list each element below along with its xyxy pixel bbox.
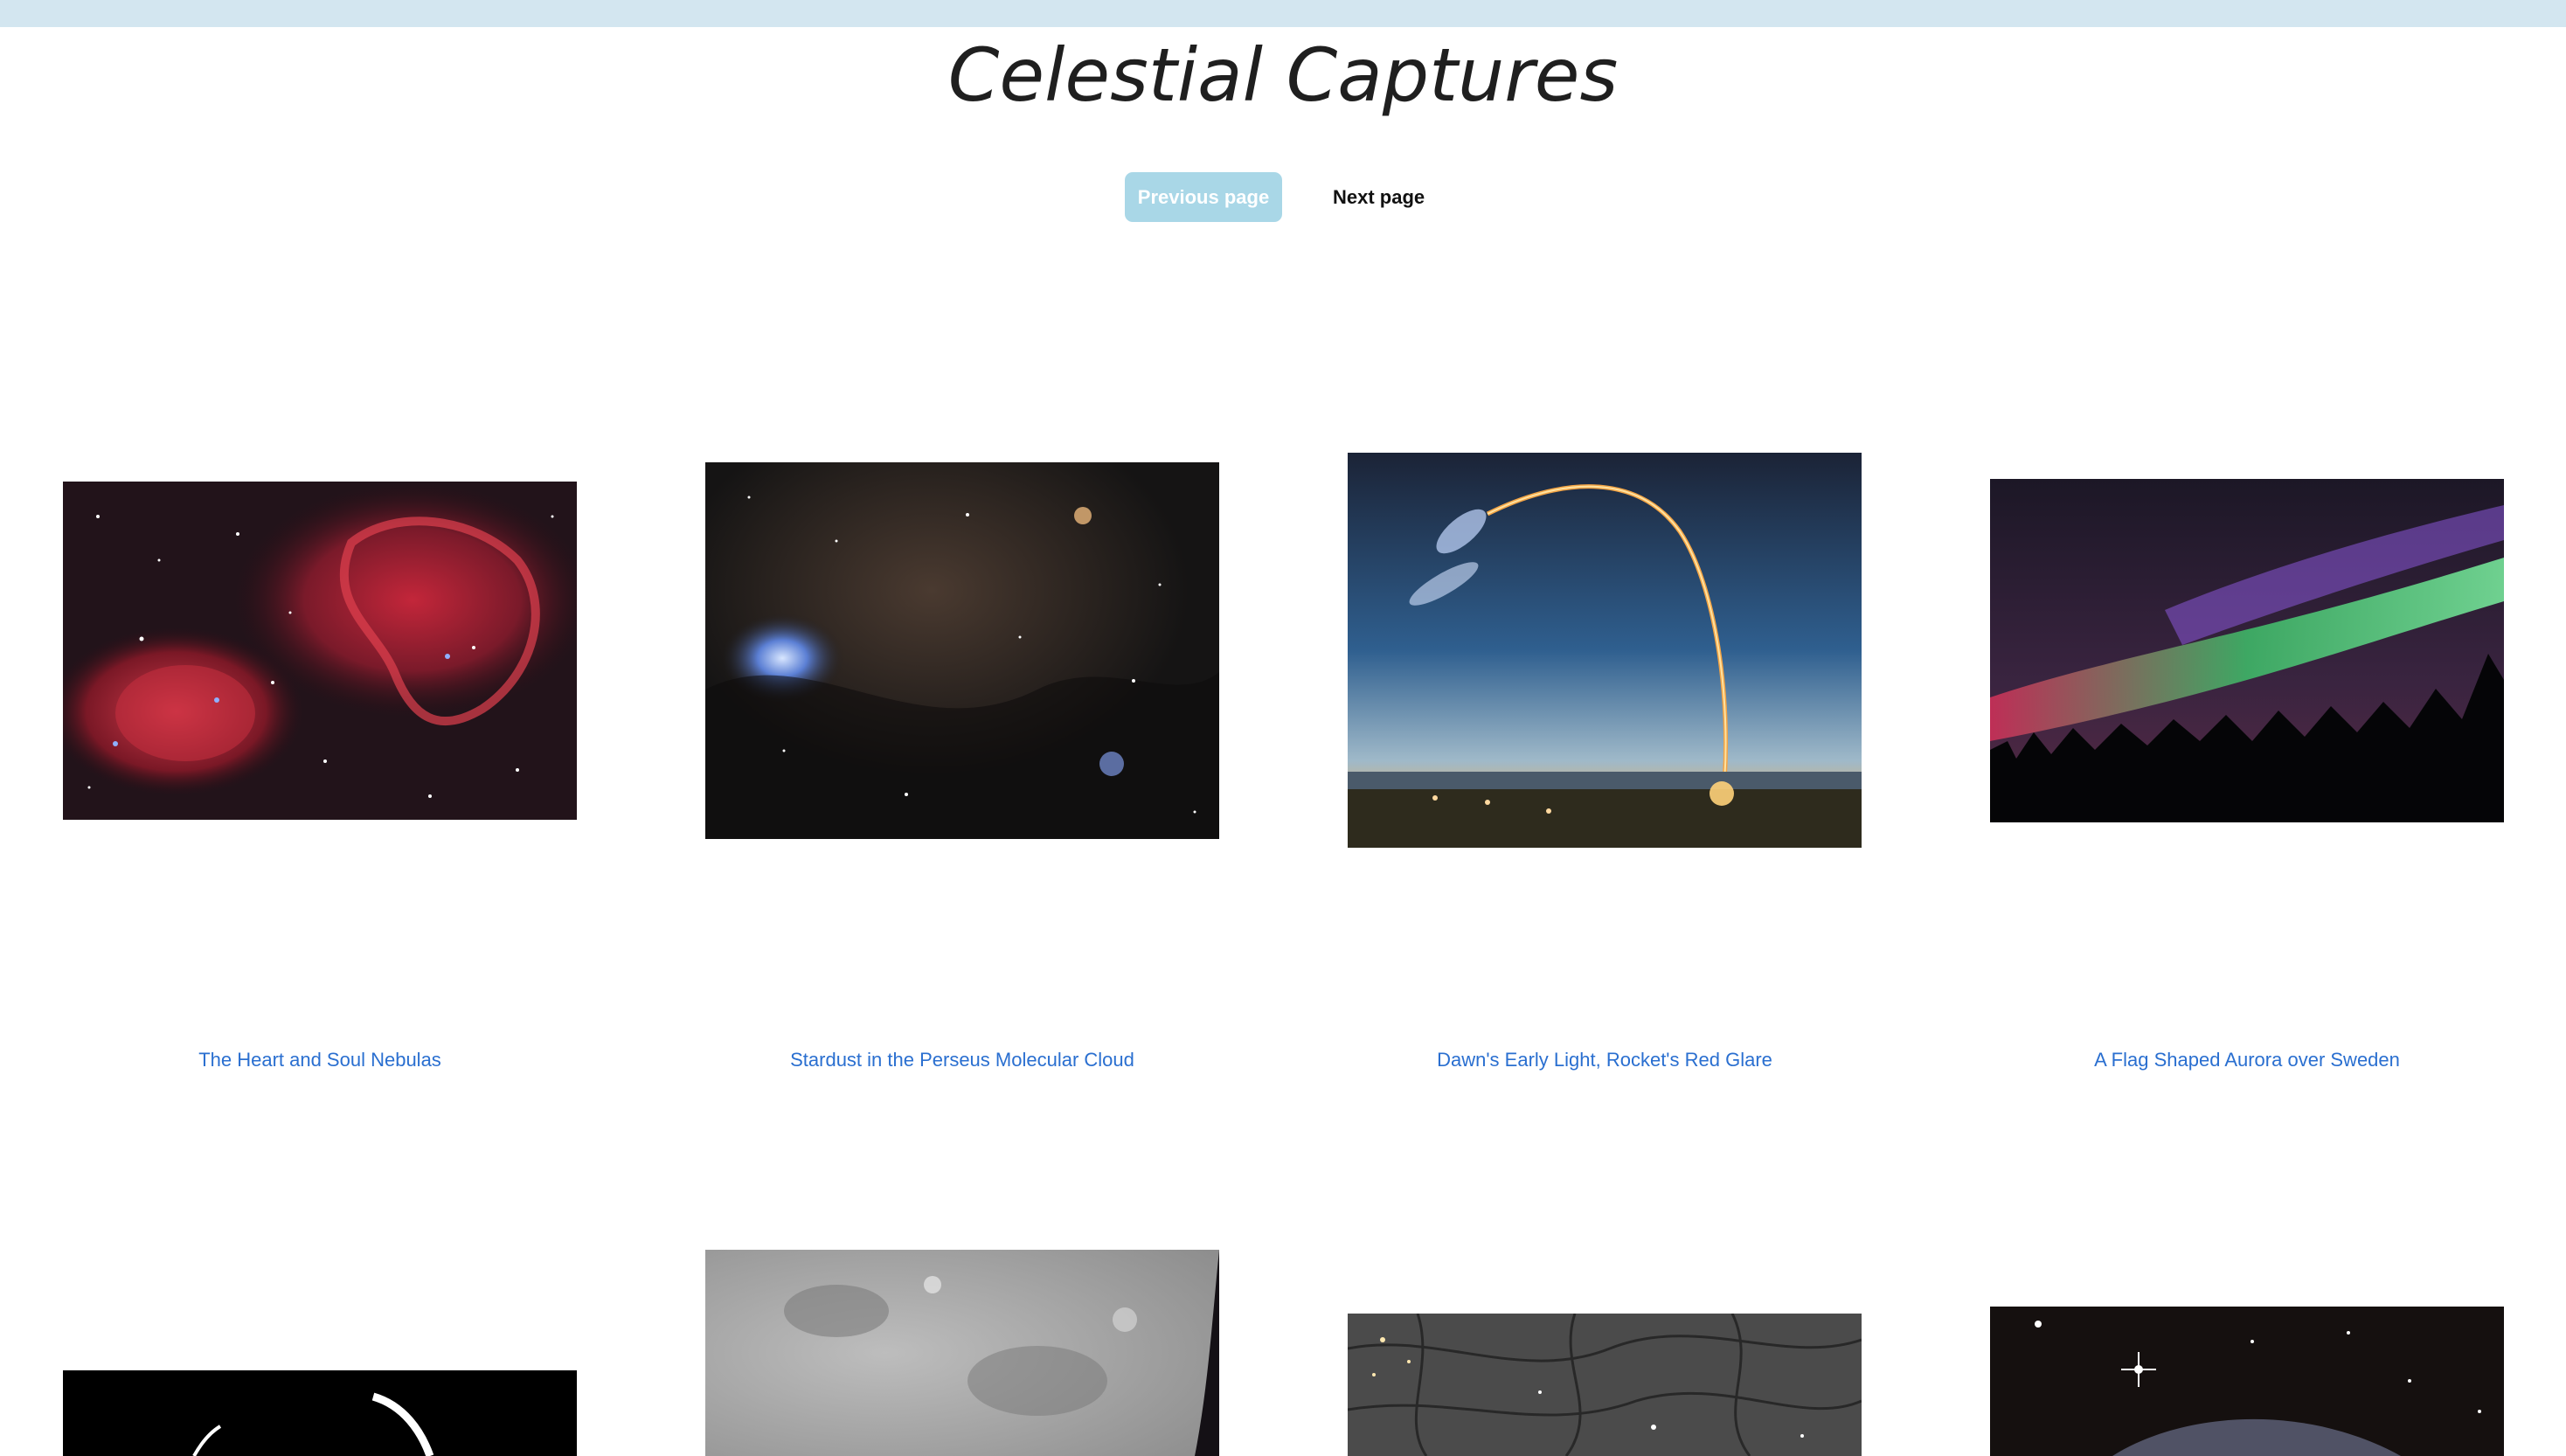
site-title: Celestial Captures (947, 32, 1619, 118)
heart-and-soul-nebula-image[interactable] (63, 482, 577, 820)
previous-page-button[interactable]: Previous page (1125, 172, 1282, 222)
gallery-item-link[interactable]: The Heart and Soul Nebulas (63, 1049, 577, 1071)
gallery-item-link[interactable]: A Flag Shaped Aurora over Sweden (1990, 1049, 2504, 1071)
perseus-molecular-cloud-image[interactable] (705, 462, 1219, 839)
top-bar (0, 0, 2566, 27)
moon-surface-image[interactable] (705, 1250, 1219, 1456)
aurora-sweden-image[interactable] (1990, 479, 2504, 822)
curved-star-trails-image[interactable] (63, 1370, 577, 1456)
rocket-launch-image[interactable] (1348, 453, 1862, 848)
galaxy-with-stars-image[interactable] (1990, 1307, 2504, 1456)
gallery-item-link[interactable]: Stardust in the Perseus Molecular Cloud (705, 1049, 1219, 1071)
next-page-button[interactable]: Next page (1333, 172, 1425, 222)
pagination: Previous page Next page (1125, 172, 1425, 222)
dark-web-structure-image[interactable] (1348, 1314, 1862, 1456)
gallery-item-link[interactable]: Dawn's Early Light, Rocket's Red Glare (1348, 1049, 1862, 1071)
